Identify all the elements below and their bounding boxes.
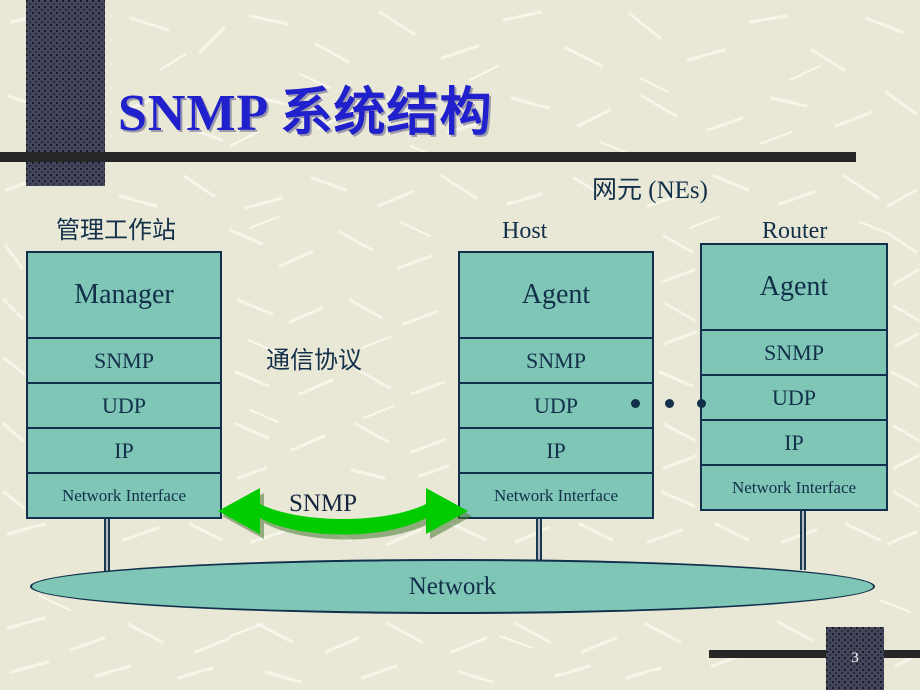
page-title: SNMP 系统结构	[118, 85, 493, 142]
ellipsis-dot-1	[631, 399, 640, 408]
snmp-bidirectional-arrow-icon	[218, 488, 472, 540]
title-underline-rule	[0, 152, 856, 162]
label-network-elements: 网元 (NEs)	[592, 177, 708, 204]
stack-layer-router-4: Network Interface	[702, 464, 886, 509]
stack-layer-host-3: IP	[460, 427, 652, 472]
label-communication-protocol: 通信协议	[266, 348, 362, 374]
stack-layer-manager-0: Manager	[74, 279, 174, 310]
stack-layer-manager-1: SNMP	[28, 337, 220, 382]
connector-pipe-manager	[104, 518, 110, 576]
page-number: 3	[851, 650, 859, 666]
network-cloud-ellipse: Network	[30, 559, 875, 614]
label-management-workstation: 管理工作站	[56, 218, 176, 244]
protocol-stack-host: Agent SNMP UDP IP Network Interface	[458, 251, 654, 519]
ellipsis-dot-2	[665, 399, 674, 408]
stack-layer-manager-3: IP	[28, 427, 220, 472]
stack-layer-host-0: Agent	[521, 279, 591, 310]
stack-layer-manager-4: Network Interface	[28, 472, 220, 517]
stack-layer-router-2: UDP	[702, 374, 886, 419]
protocol-stack-manager: Manager SNMP UDP IP Network Interface	[26, 251, 222, 519]
stack-layer-manager-2: UDP	[28, 382, 220, 427]
stack-layer-host-1: SNMP	[460, 337, 652, 382]
label-host: Host	[502, 218, 548, 244]
stack-layer-router-3: IP	[702, 419, 886, 464]
connector-pipe-router	[800, 510, 806, 570]
ellipsis-dot-3	[697, 399, 706, 408]
stack-layer-host-4: Network Interface	[460, 472, 652, 517]
footer-rule	[709, 650, 920, 658]
stack-layer-router-0: Agent	[759, 271, 829, 302]
label-router: Router	[762, 218, 828, 244]
protocol-stack-router: Agent SNMP UDP IP Network Interface	[700, 243, 888, 511]
slide-canvas: SNMP 系统结构 网元 (NEs) 管理工作站 Host Router 通信协…	[0, 0, 920, 690]
network-label: Network	[408, 572, 497, 600]
stack-layer-host-2: UDP	[460, 382, 652, 427]
stack-layer-router-1: SNMP	[702, 329, 886, 374]
